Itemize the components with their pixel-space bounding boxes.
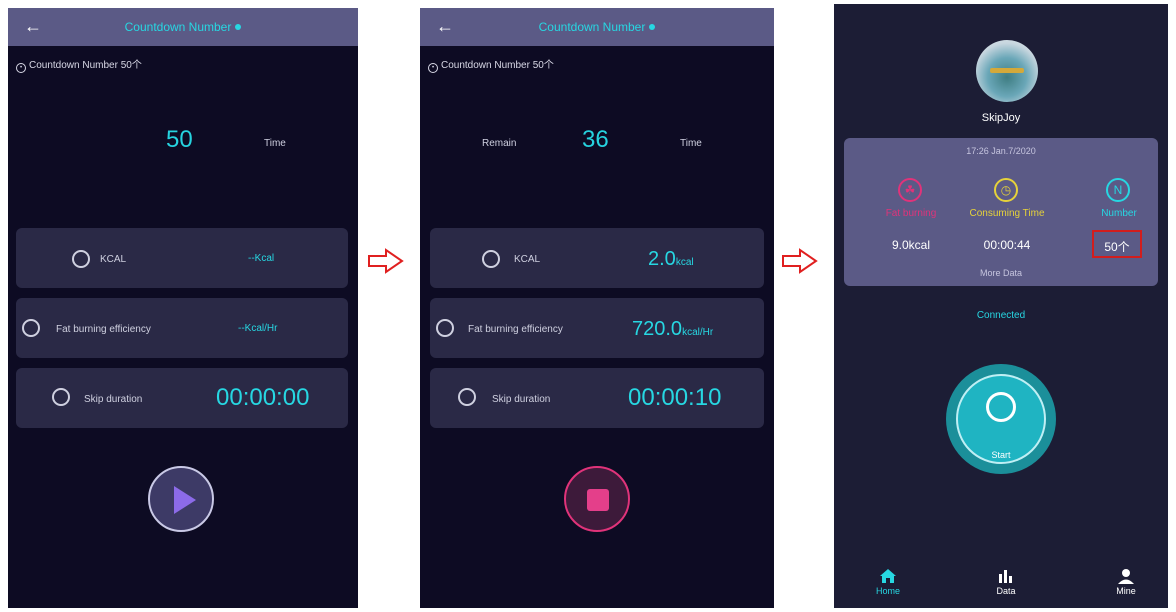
back-arrow-icon[interactable]: ← [436,16,454,36]
fat-burning-value: 720.0kcal/Hr [632,318,713,341]
more-data-link[interactable]: More Data [844,268,1158,278]
session-timestamp: 17:26 Jan.7/2020 [966,146,1036,156]
kcal-label: KCAL [514,254,541,265]
fat-burning-number: 720.0 [632,318,683,340]
tab-home[interactable]: Home [858,568,918,596]
start-label: Start [991,450,1011,460]
fat-burning-label: Fat burning efficiency [56,324,151,335]
start-button-inner: Start [956,374,1046,464]
username: SkipJoy [981,112,1021,124]
summary-panel: 17:26 Jan.7/2020 ☘ ◷ N Fat burning Consu… [844,138,1158,286]
top-bar: ← Countdown Number [420,8,774,46]
status-dot-icon [649,24,656,30]
tab-data[interactable]: Data [976,568,1036,596]
connection-status: Connected [976,310,1026,321]
clock-icon: ◷ [994,178,1018,202]
skip-duration-label: Skip duration [84,394,143,405]
mode-subheading: • Countdown Number 50个 [428,56,554,73]
mode-icon: • [16,63,26,73]
tab-mine-label: Mine [1116,586,1136,596]
skip-duration-value: 00:00:00 [216,384,310,411]
kcal-unit: kcal [675,257,694,268]
stat-value-consuming-time: 00:00:44 [983,238,1031,252]
highlight-box [1092,230,1142,258]
kcal-value: 2.0kcal [648,248,694,271]
tab-data-label: Data [996,586,1016,596]
flow-arrow-icon [782,248,818,274]
tab-home-label: Home [875,586,900,596]
fat-burning-value: --Kcal/Hr [238,323,278,334]
stat-label-number: Number [1101,208,1137,219]
stat-label-consuming-time: Consuming Time [969,208,1045,219]
stat-value-fat-burning: 9.0kcal [891,238,931,252]
flame-icon: ☘ [898,178,922,202]
kcal-value: --Kcal [248,253,275,264]
stat-label-fat-burning: Fat burning [885,208,937,219]
page-title: Countdown Number [538,20,646,34]
user-icon [1118,569,1134,584]
fat-burning-icon [436,319,454,337]
countdown-number: 50 [166,126,193,153]
mode-subheading: • Countdown Number 50个 [16,56,142,73]
number-icon: N [1106,178,1130,202]
time-label: Time [264,138,286,149]
start-button[interactable]: Start [946,364,1056,474]
tab-mine[interactable]: Mine [1096,568,1156,596]
skip-duration-label: Skip duration [492,394,551,405]
back-arrow-icon[interactable]: ← [24,16,42,36]
time-label: Time [680,138,702,149]
kcal-icon [72,250,90,268]
home-icon [880,569,896,583]
tab-bar: Home Data Mine [834,562,1168,608]
screen-countdown-running: ← Countdown Number • Countdown Number 50个… [420,8,774,608]
remaining-number: 36 [582,126,609,153]
clock-icon [52,388,70,406]
skip-duration-card: Skip duration 00:00:00 [16,368,348,428]
stop-button[interactable] [564,466,630,532]
fat-burning-card: Fat burning efficiency --Kcal/Hr [16,298,348,358]
stop-icon [587,489,609,511]
fat-burning-icon [22,319,40,337]
avatar-decoration [990,68,1024,73]
fat-burning-card: Fat burning efficiency 720.0kcal/Hr [430,298,764,358]
mode-subheading-text: Countdown Number 50个 [441,60,554,71]
jump-rope-icon [986,392,1016,422]
remain-label: Remain [482,138,517,149]
kcal-number: 2.0 [648,248,676,270]
status-dot-icon [235,24,242,30]
screen-home: SkipJoy 17:26 Jan.7/2020 ☘ ◷ N Fat burni… [834,4,1168,608]
skip-duration-value: 00:00:10 [628,384,722,411]
screen-countdown-start: ← Countdown Number • Countdown Number 50个… [8,8,358,608]
kcal-card: KCAL --Kcal [16,228,348,288]
mode-subheading-text: Countdown Number 50个 [29,60,142,71]
fat-burning-unit: kcal/Hr [682,327,714,338]
avatar[interactable] [976,40,1038,102]
play-button[interactable] [148,466,214,532]
play-icon [174,486,196,514]
flow-arrow-icon [368,248,404,274]
kcal-icon [482,250,500,268]
skip-duration-card: Skip duration 00:00:10 [430,368,764,428]
clock-icon [458,388,476,406]
kcal-card: KCAL 2.0kcal [430,228,764,288]
mode-icon: • [428,63,438,73]
fat-burning-label: Fat burning efficiency [468,324,563,335]
kcal-label: KCAL [100,254,127,265]
bar-chart-icon [999,570,1012,583]
top-bar: ← Countdown Number [8,8,358,46]
page-title: Countdown Number [124,20,232,34]
